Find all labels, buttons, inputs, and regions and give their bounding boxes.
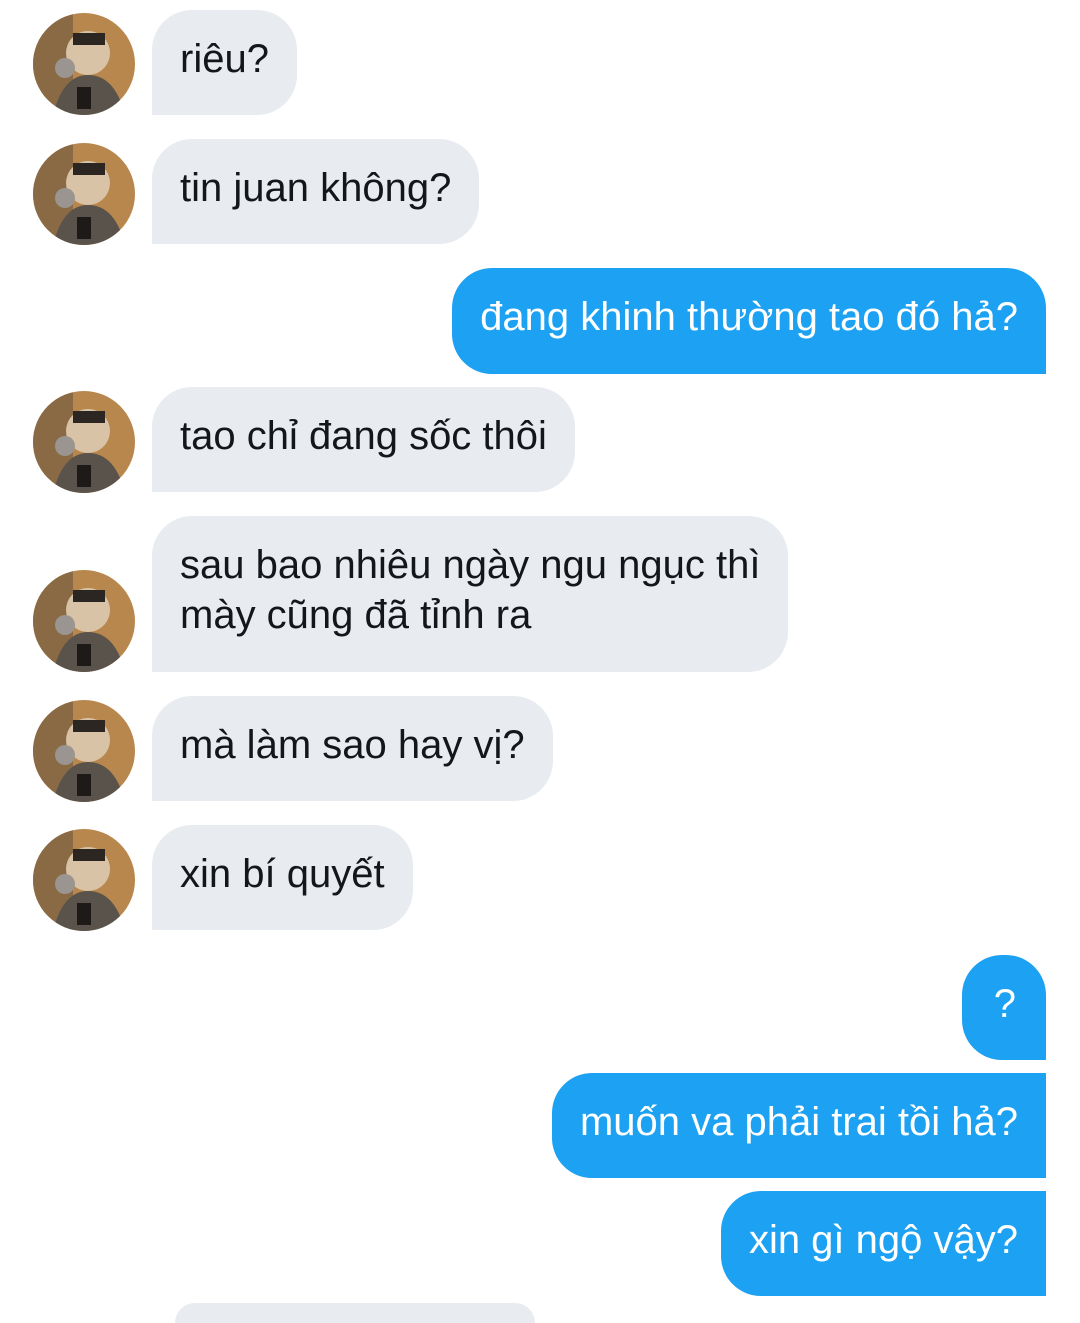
avatar-photo-icon bbox=[33, 143, 135, 245]
avatar-photo-icon bbox=[33, 700, 135, 802]
avatar-photo-icon bbox=[33, 829, 135, 931]
avatar-photo-icon bbox=[33, 570, 135, 672]
message-text: đang khinh thường tao đó hả? bbox=[480, 295, 1018, 339]
message-text: ? bbox=[993, 982, 1016, 1026]
message-text: xin bí quyết bbox=[180, 852, 385, 896]
avatar[interactable] bbox=[33, 829, 135, 931]
message-text-line-2: mày cũng đã tỉnh ra bbox=[180, 593, 532, 637]
message-text: riêu? bbox=[180, 37, 269, 81]
message-bubble-outgoing[interactable]: muốn va phải trai tồi hả? bbox=[551, 1073, 1046, 1178]
message-bubble-outgoing[interactable]: đang khinh thường tao đó hả? bbox=[452, 268, 1046, 374]
message-text: xin gì ngộ vậy? bbox=[748, 1218, 1018, 1262]
avatar-photo-icon bbox=[33, 391, 135, 493]
avatar[interactable] bbox=[33, 570, 135, 672]
message-text: tin juan không? bbox=[180, 166, 452, 210]
message-text: tao chỉ đang sốc thôi bbox=[180, 414, 547, 458]
avatar[interactable] bbox=[33, 13, 135, 115]
avatar[interactable] bbox=[33, 700, 135, 802]
chat-thread[interactable]: riêu? tin juan không? đang khinh thường … bbox=[0, 0, 1080, 1323]
message-text-line-1: sau bao nhiêu ngày ngu ngục thì bbox=[180, 543, 761, 587]
avatar[interactable] bbox=[33, 391, 135, 493]
message-bubble-incoming[interactable]: tin juan không? bbox=[152, 139, 480, 244]
message-bubble-outgoing[interactable]: ? bbox=[961, 955, 1046, 1060]
message-bubble-incoming[interactable]: tao chỉ đang sốc thôi bbox=[152, 387, 575, 492]
message-bubble-incoming-partial bbox=[175, 1303, 535, 1323]
message-bubble-incoming[interactable]: sau bao nhiêu ngày ngu ngục thì mày cũng… bbox=[152, 516, 789, 672]
message-bubble-incoming[interactable]: xin bí quyết bbox=[152, 825, 413, 930]
avatar-photo-icon bbox=[33, 13, 135, 115]
message-bubble-incoming[interactable]: riêu? bbox=[152, 10, 297, 115]
message-text: mà làm sao hay vị? bbox=[180, 723, 525, 767]
message-bubble-incoming[interactable]: mà làm sao hay vị? bbox=[152, 696, 553, 801]
message-bubble-outgoing[interactable]: xin gì ngộ vậy? bbox=[720, 1191, 1046, 1296]
message-text: muốn va phải trai tồi hả? bbox=[579, 1100, 1018, 1144]
avatar[interactable] bbox=[33, 143, 135, 245]
